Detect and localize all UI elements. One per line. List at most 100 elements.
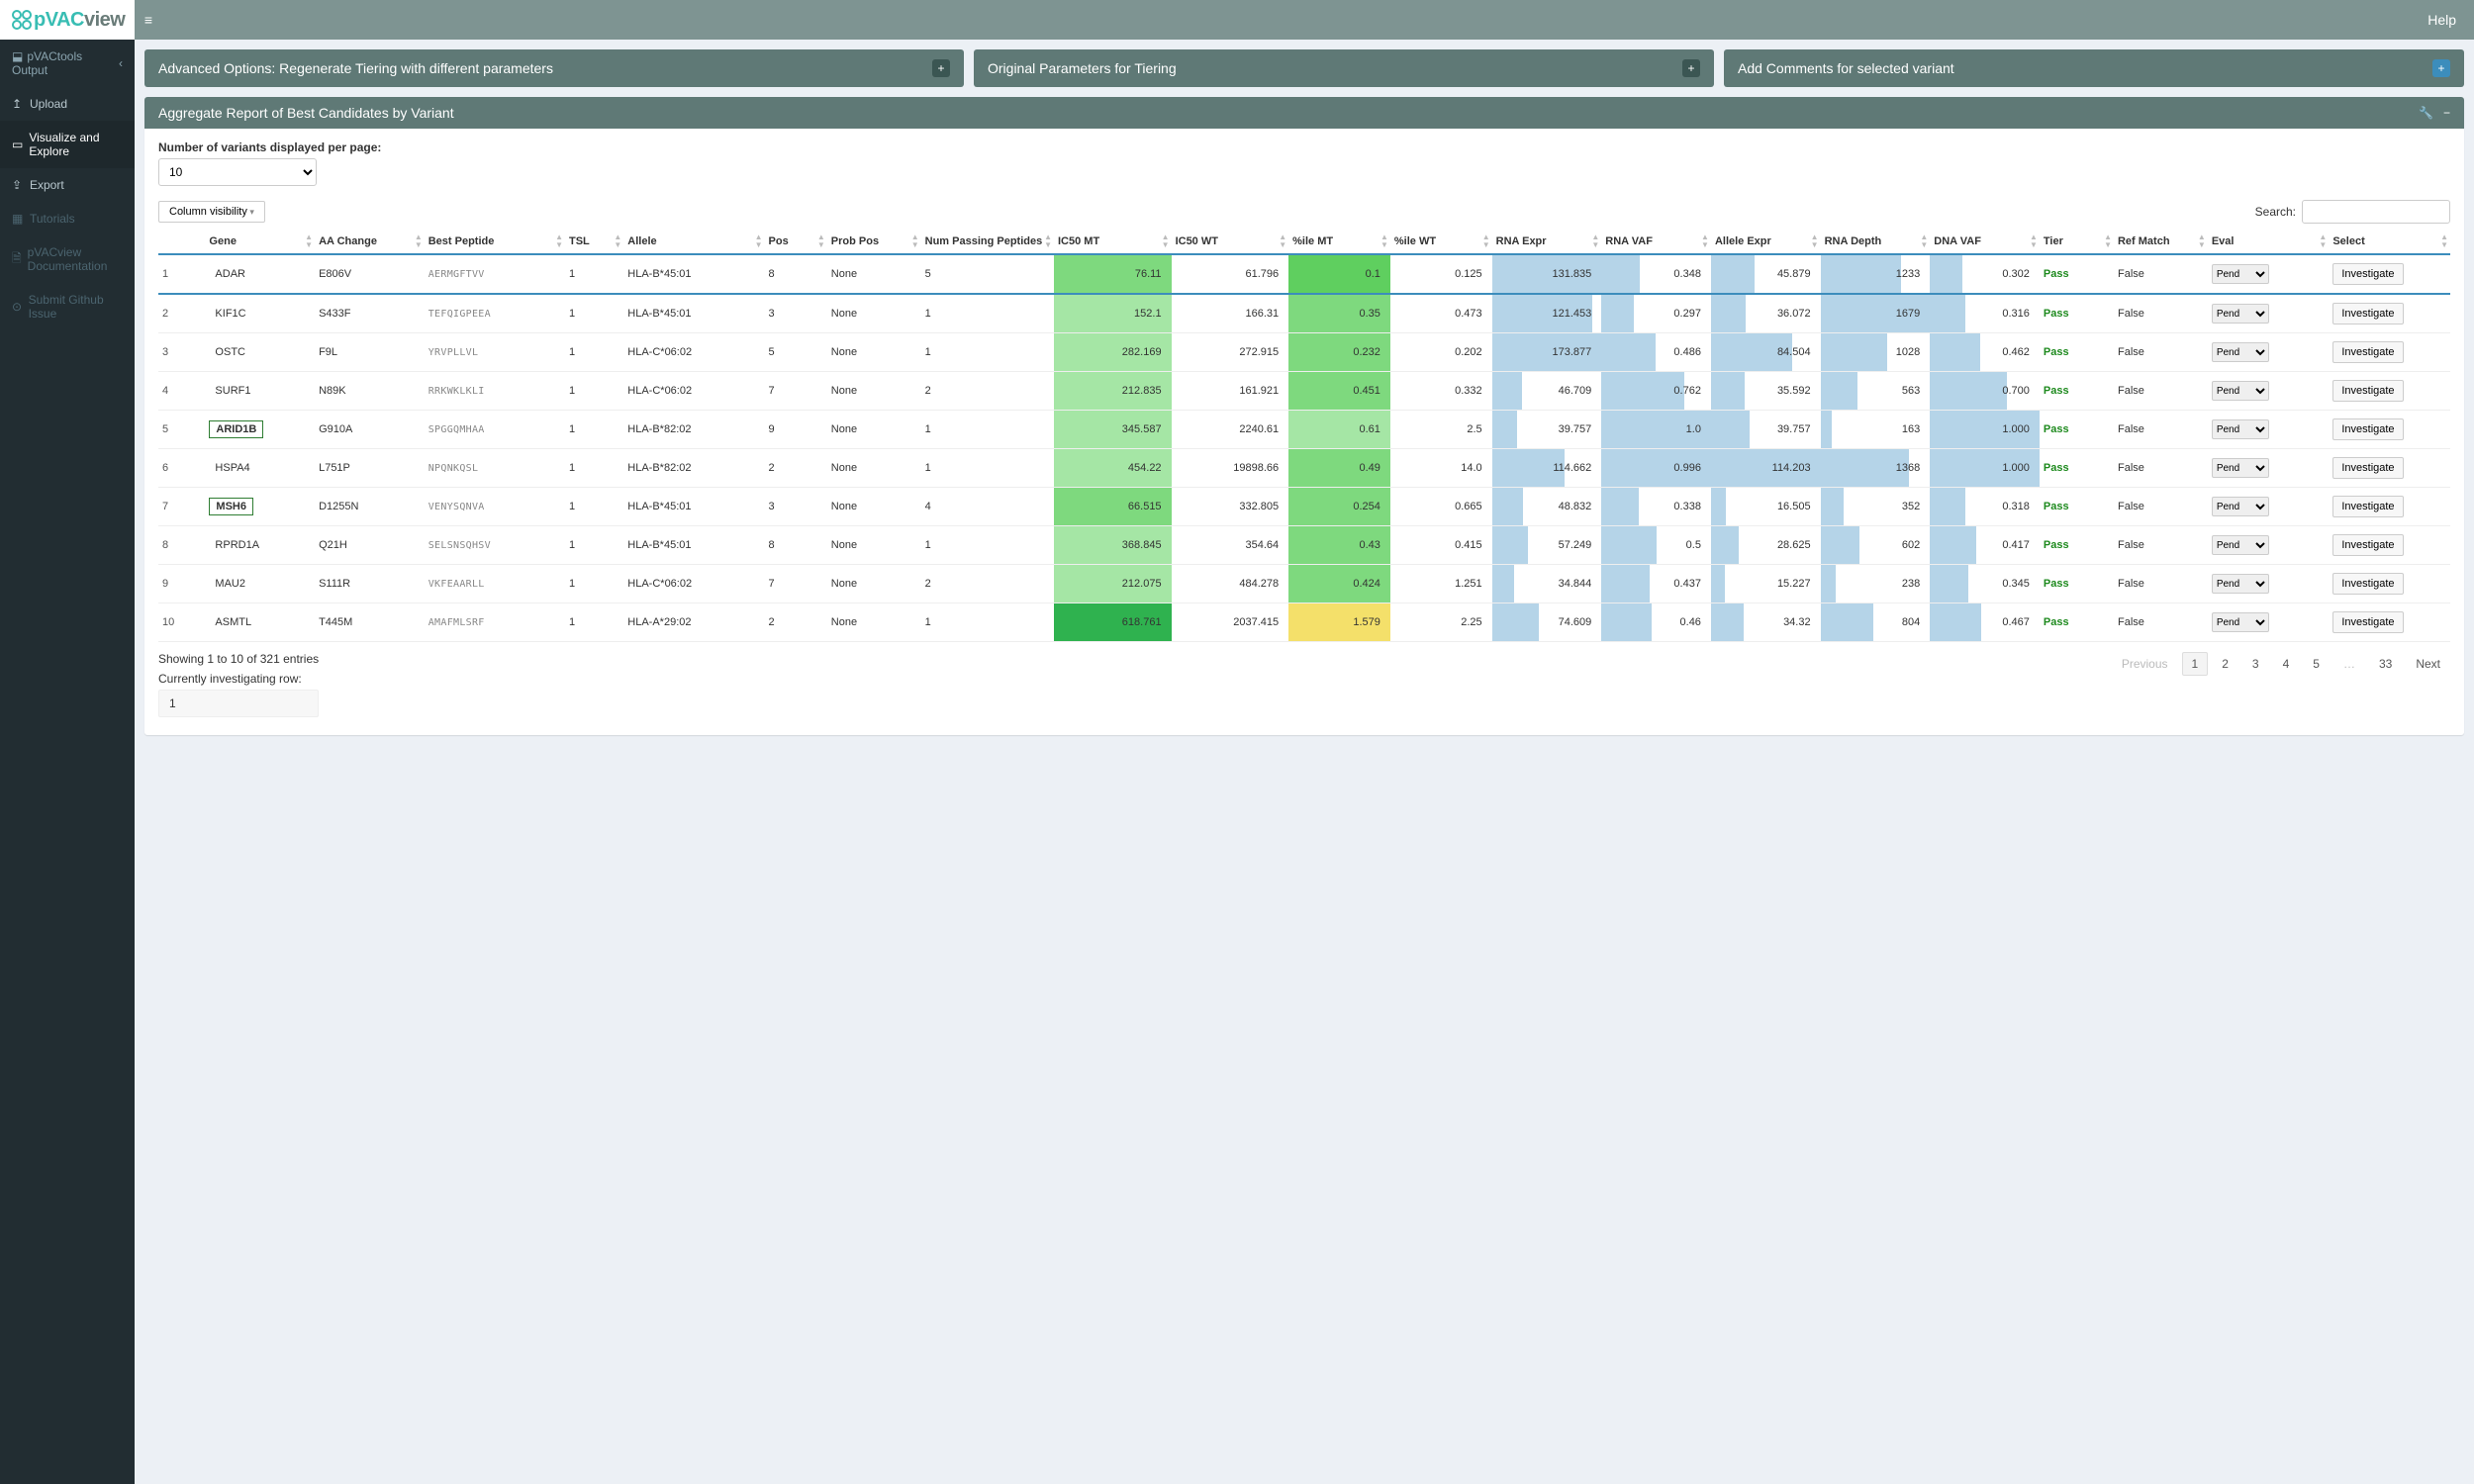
eval-select[interactable]: Pend (2212, 304, 2269, 324)
table-row[interactable]: 5ARID1BG910ASPGGQMHAA1HLA-B*82:029None13… (158, 411, 2450, 449)
investigate-button[interactable]: Investigate (2332, 496, 2403, 517)
investigate-button[interactable]: Investigate (2332, 573, 2403, 595)
report-panel: Aggregate Report of Best Candidates by V… (144, 97, 2464, 735)
column-header[interactable]: Prob Pos▲▼ (827, 230, 921, 254)
metric-cell: 0.302 (1930, 254, 2040, 294)
num-passing: 1 (921, 411, 1054, 449)
table-row[interactable]: 9MAU2S111RVKFEAARLL1HLA-C*06:027None2212… (158, 565, 2450, 603)
best-peptide: TEFQIGPEEA (425, 294, 565, 333)
column-header[interactable]: Gene▲▼ (205, 230, 315, 254)
eval-select[interactable]: Pend (2212, 342, 2269, 362)
sidebar-item-tutorials[interactable]: ▦Tutorials (0, 202, 135, 235)
sidebar-item-submit-github-issue[interactable]: ⊙Submit Github Issue (0, 283, 135, 330)
pager-page[interactable]: 5 (2303, 652, 2330, 676)
panel-advanced-options[interactable]: Advanced Options: Regenerate Tiering wit… (144, 49, 964, 87)
table-row[interactable]: 6HSPA4L751PNPQNKQSL1HLA-B*82:022None1454… (158, 449, 2450, 488)
metric-cell: 45.879 (1711, 254, 1821, 294)
best-peptide: SPGGQMHAA (425, 411, 565, 449)
column-header[interactable]: IC50 WT▲▼ (1172, 230, 1289, 254)
table-row[interactable]: 8RPRD1AQ21HSELSNSQHSV1HLA-B*45:018None13… (158, 526, 2450, 565)
column-header[interactable]: IC50 MT▲▼ (1054, 230, 1172, 254)
metric-cell: 1233 (1821, 254, 1931, 294)
pager-next[interactable]: Next (2406, 652, 2450, 676)
investigate-button[interactable]: Investigate (2332, 303, 2403, 325)
investigate-button[interactable]: Investigate (2332, 341, 2403, 363)
table-row[interactable]: 1ADARE806VAERMGFTVV1HLA-B*45:018None576.… (158, 254, 2450, 294)
eval-select[interactable]: Pend (2212, 612, 2269, 632)
investigate-button[interactable]: Investigate (2332, 418, 2403, 440)
column-header[interactable]: AA Change▲▼ (315, 230, 425, 254)
prob-pos: None (827, 488, 921, 526)
eval-select[interactable]: Pend (2212, 497, 2269, 516)
column-header[interactable]: Best Peptide▲▼ (425, 230, 565, 254)
eval-select[interactable]: Pend (2212, 264, 2269, 284)
sidebar-item-upload[interactable]: ↥Upload (0, 87, 135, 121)
investigate-button[interactable]: Investigate (2332, 263, 2403, 285)
table-row[interactable]: 2KIF1CS433FTEFQIGPEEA1HLA-B*45:013None11… (158, 294, 2450, 333)
column-header[interactable]: RNA Depth▲▼ (1821, 230, 1931, 254)
table-row[interactable]: 3OSTCF9LYRVPLLVL1HLA-C*06:025None1282.16… (158, 333, 2450, 372)
sidebar-item-visualize-and-explore[interactable]: ▭Visualize and Explore (0, 121, 135, 168)
investigate-button[interactable]: Investigate (2332, 380, 2403, 402)
gene-cell: ASMTL (205, 603, 315, 642)
metric-cell: 0.318 (1930, 488, 2040, 526)
table-row[interactable]: 10ASMTLT445MAMAFMLSRF1HLA-A*29:022None16… (158, 603, 2450, 642)
sidebar-item-export[interactable]: ⇪Export (0, 168, 135, 202)
eval-select[interactable]: Pend (2212, 419, 2269, 439)
table-row[interactable]: 4SURF1N89KRRKWKLKLI1HLA-C*06:027None2212… (158, 372, 2450, 411)
wrench-icon[interactable]: 🔧 (2419, 106, 2433, 120)
row-index: 1 (158, 254, 205, 294)
eval-select[interactable]: Pend (2212, 574, 2269, 594)
investigate-button[interactable]: Investigate (2332, 457, 2403, 479)
allele: HLA-C*06:02 (623, 333, 764, 372)
minimize-icon[interactable]: − (2443, 106, 2450, 120)
column-header[interactable]: Tier▲▼ (2040, 230, 2114, 254)
column-header[interactable]: RNA VAF▲▼ (1601, 230, 1711, 254)
column-header[interactable]: Num Passing Peptides▲▼ (921, 230, 1054, 254)
column-visibility-button[interactable]: Column visibility (158, 201, 265, 223)
search-input[interactable] (2302, 200, 2450, 224)
column-header[interactable]: Select▲▼ (2329, 230, 2450, 254)
ref-match: False (2114, 294, 2208, 333)
panel-original-params[interactable]: Original Parameters for Tiering+ (974, 49, 1714, 87)
table-row[interactable]: 7MSH6D1255NVENYSQNVA1HLA-B*45:013None466… (158, 488, 2450, 526)
sidebar-toggle[interactable]: ≡ (135, 0, 162, 40)
pager-page[interactable]: 1 (2182, 652, 2209, 676)
column-header[interactable]: Allele Expr▲▼ (1711, 230, 1821, 254)
num-passing: 1 (921, 603, 1054, 642)
eval-select[interactable]: Pend (2212, 458, 2269, 478)
column-header[interactable]: Pos▲▼ (765, 230, 827, 254)
column-header[interactable]: RNA Expr▲▼ (1492, 230, 1602, 254)
tier: Pass (2040, 449, 2114, 488)
eval-select[interactable]: Pend (2212, 381, 2269, 401)
investigate-button[interactable]: Investigate (2332, 534, 2403, 556)
pager-page[interactable]: 33 (2369, 652, 2402, 676)
ic50wt: 166.31 (1172, 294, 1289, 333)
plus-icon: + (932, 59, 950, 77)
allele: HLA-B*82:02 (623, 449, 764, 488)
tier: Pass (2040, 526, 2114, 565)
column-header[interactable]: Eval▲▼ (2208, 230, 2330, 254)
table-info: Showing 1 to 10 of 321 entries (158, 652, 319, 666)
column-header[interactable]: TSL▲▼ (565, 230, 623, 254)
prob-pos: None (827, 411, 921, 449)
investigate-button[interactable]: Investigate (2332, 611, 2403, 633)
brand-p2: view (84, 9, 125, 31)
column-header[interactable]: %ile WT▲▼ (1390, 230, 1492, 254)
panel-add-comments[interactable]: Add Comments for selected variant+ (1724, 49, 2464, 87)
sidebar-item-pvacview-documentation[interactable]: 🗎pVACview Documentation (0, 235, 135, 283)
column-header[interactable]: DNA VAF▲▼ (1930, 230, 2040, 254)
perpage-select[interactable]: 10 (158, 158, 317, 186)
eval-select[interactable]: Pend (2212, 535, 2269, 555)
sidebar-group-output[interactable]: ⬓ pVACtools Output ‹ (0, 40, 135, 87)
column-header[interactable]: Ref Match▲▼ (2114, 230, 2208, 254)
pager-page[interactable]: 4 (2273, 652, 2300, 676)
metric-cell: 0.486 (1601, 333, 1711, 372)
logo[interactable]: pVACview (0, 0, 135, 40)
tier: Pass (2040, 333, 2114, 372)
help-link[interactable]: Help (2427, 12, 2456, 28)
pager-page[interactable]: 3 (2242, 652, 2269, 676)
column-header[interactable]: Allele▲▼ (623, 230, 764, 254)
column-header[interactable]: %ile MT▲▼ (1288, 230, 1390, 254)
pager-page[interactable]: 2 (2212, 652, 2238, 676)
